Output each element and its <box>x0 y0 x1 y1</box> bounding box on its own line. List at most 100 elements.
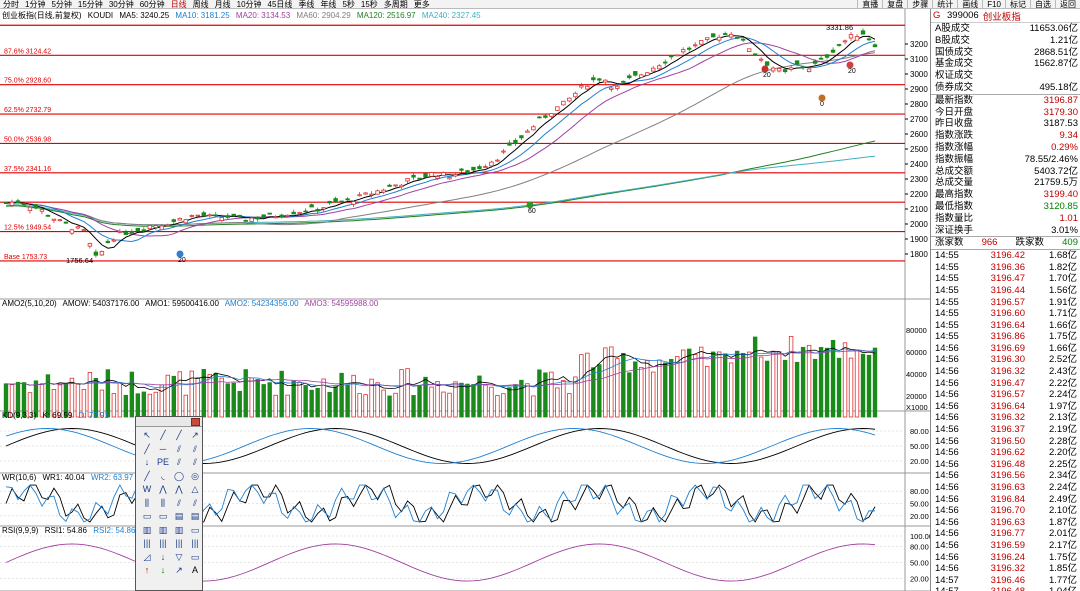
tick-row[interactable]: 14:56 3196.47 2.22亿 <box>931 378 1080 390</box>
ray-icon[interactable]: ╱ <box>172 429 186 443</box>
channel-icon[interactable]: ▭ <box>156 510 170 524</box>
toolbar-button[interactable]: 统计 <box>932 0 957 9</box>
wave-icon[interactable]: ⋀ <box>156 483 170 497</box>
bars4-icon[interactable]: ▭ <box>188 551 202 565</box>
period-tab[interactable]: 更多 <box>411 0 433 9</box>
toolbar-button[interactable]: 步骤 <box>907 0 932 9</box>
tick-row[interactable]: 14:56 3196.37 2.19亿 <box>931 424 1080 436</box>
tick-row[interactable]: 14:56 3196.32 1.85亿 <box>931 563 1080 575</box>
toolbar-button[interactable]: F10 <box>982 0 1005 9</box>
period-tab[interactable]: 分时 <box>0 0 22 9</box>
period-tab[interactable]: 年线 <box>317 0 339 9</box>
tick-list[interactable]: 14:55 3196.42 1.68亿 14:55 3196.36 1.82亿 14:55 3… <box>931 250 1080 591</box>
parallel-icon[interactable]: ⫽ <box>172 443 186 457</box>
tick-row[interactable]: 14:56 3196.30 2.52亿 <box>931 354 1080 366</box>
tick-row[interactable]: 14:55 3196.64 1.66亿 <box>931 320 1080 332</box>
pointer-icon[interactable]: ↖ <box>140 429 154 443</box>
gann-icon[interactable]: ⫼ <box>156 497 170 511</box>
ruler-icon[interactable]: ||| <box>188 537 202 551</box>
tick-row[interactable]: 14:56 3196.32 2.13亿 <box>931 412 1080 424</box>
toolbox-titlebar[interactable] <box>136 417 202 427</box>
speed-line-icon[interactable]: ⫽ <box>188 497 202 511</box>
drawing-toolbox[interactable]: ↖ ╱ ╱ ↗ ╱ ─ ⫽ ⫽ ↓ PE ⫽ ⫽ ╱ ◟ ◯ ◎ W ⋀ ⋀ △ ⫼ ⫼ ⫽ ⫽ ▭ ▭ ▤ ▤ ▥ ▥ ▥ ▭ ||| ||| |… <box>135 416 203 591</box>
grid-icon[interactable]: ▥ <box>172 524 186 538</box>
period-tab[interactable]: 日线 <box>168 0 190 9</box>
period-tab[interactable]: 15秒 <box>358 0 381 9</box>
tick-row[interactable]: 14:56 3196.62 2.20亿 <box>931 447 1080 459</box>
tick-row[interactable]: 14:56 3196.70 2.10亿 <box>931 505 1080 517</box>
rect2-icon[interactable]: A <box>188 564 202 578</box>
toolbar-button[interactable]: 画线 <box>957 0 982 9</box>
period-tab[interactable]: 60分钟 <box>137 0 168 9</box>
tick-row[interactable]: 14:56 3196.59 2.17亿 <box>931 540 1080 552</box>
tick-row[interactable]: 14:55 3196.44 1.56亿 <box>931 285 1080 297</box>
tri-line-icon[interactable]: ↑ <box>140 564 154 578</box>
trend-channel-icon[interactable]: ⫽ <box>188 443 202 457</box>
price-range-icon[interactable]: ||| <box>156 537 170 551</box>
text-box-icon[interactable]: ||| <box>140 537 154 551</box>
ellipse-icon[interactable]: ◎ <box>188 470 202 484</box>
period-tab[interactable]: 5分钟 <box>48 0 74 9</box>
down-arrow-icon[interactable]: ↓ <box>156 564 170 578</box>
bars-icon[interactable]: ◿ <box>140 551 154 565</box>
periodic-icon[interactable]: ▥ <box>156 524 170 538</box>
period-tab[interactable]: 多周期 <box>381 0 411 9</box>
time-range-icon[interactable]: ||| <box>172 537 186 551</box>
arc-icon[interactable]: ╱ <box>140 470 154 484</box>
arrow-line-icon[interactable]: ╱ <box>140 443 154 457</box>
tick-row[interactable]: 14:573196.481.04亿 <box>931 586 1080 591</box>
tick-row[interactable]: 14:56 3196.63 1.87亿 <box>931 517 1080 529</box>
ratio-icon[interactable]: ⫼ <box>140 497 154 511</box>
fan-icon[interactable]: ⫽ <box>188 456 202 470</box>
fib-line-icon[interactable]: ▤ <box>188 510 202 524</box>
tick-row[interactable]: 14:56 3196.63 2.24亿 <box>931 482 1080 494</box>
zigzag-icon[interactable]: ⋀ <box>172 483 186 497</box>
tick-row[interactable]: 14:55 3196.42 1.68亿 <box>931 250 1080 262</box>
period-tab[interactable]: 15分钟 <box>75 0 106 9</box>
toolbar-button[interactable]: 直播 <box>857 0 882 9</box>
tick-row[interactable]: 14:56 3196.64 1.97亿 <box>931 401 1080 413</box>
v-line-icon[interactable]: ↓ <box>140 456 154 470</box>
triangle-icon[interactable]: △ <box>188 483 202 497</box>
toolbar-button[interactable]: 标记 <box>1005 0 1030 9</box>
cycle-icon[interactable]: ▥ <box>140 524 154 538</box>
price-label-icon[interactable]: PE <box>156 456 170 470</box>
tick-row[interactable]: 14:56 3196.77 2.01亿 <box>931 528 1080 540</box>
tick-row[interactable]: 14:56 3196.32 2.43亿 <box>931 366 1080 378</box>
fib-time-icon[interactable]: ▤ <box>172 510 186 524</box>
period-tab[interactable]: 月线 <box>212 0 234 9</box>
toolbar-button[interactable]: 返回 <box>1055 0 1080 9</box>
tick-row[interactable]: 14:55 3196.36 1.82亿 <box>931 262 1080 274</box>
segment-icon[interactable]: ╱ <box>156 429 170 443</box>
fib-fan-icon[interactable]: ⫽ <box>172 456 186 470</box>
box-icon[interactable]: ▭ <box>188 524 202 538</box>
close-icon[interactable] <box>191 418 200 426</box>
toolbar-button[interactable]: 自选 <box>1030 0 1055 9</box>
bars2-icon[interactable]: ↓ <box>156 551 170 565</box>
period-tab[interactable]: 季线 <box>295 0 317 9</box>
period-tab[interactable]: 5秒 <box>339 0 357 9</box>
circle-icon[interactable]: ◯ <box>172 470 186 484</box>
toolbar-button[interactable]: 复盘 <box>882 0 907 9</box>
w-pattern-icon[interactable]: W <box>140 483 154 497</box>
tick-row[interactable]: 14:56 3196.57 2.24亿 <box>931 389 1080 401</box>
tick-row[interactable]: 14:56 3196.50 2.28亿 <box>931 436 1080 448</box>
period-tab[interactable]: 周线 <box>190 0 212 9</box>
tick-row[interactable]: 14:56 3196.56 2.34亿 <box>931 470 1080 482</box>
tick-row[interactable]: 14:57 3196.46 1.77亿 <box>931 575 1080 587</box>
tick-row[interactable]: 14:56 3196.48 2.25亿 <box>931 459 1080 471</box>
tick-row[interactable]: 14:56 3196.69 1.66亿 <box>931 343 1080 355</box>
period-tab[interactable]: 10分钟 <box>234 0 265 9</box>
tick-row[interactable]: 14:56 3196.24 1.75亿 <box>931 552 1080 564</box>
up-triangle-icon[interactable]: ↗ <box>172 564 186 578</box>
tick-row[interactable]: 14:56 3196.84 2.49亿 <box>931 494 1080 506</box>
period-tab[interactable]: 1分钟 <box>22 0 48 9</box>
h-line-icon[interactable]: ─ <box>156 443 170 457</box>
tick-row[interactable]: 14:55 3196.60 1.71亿 <box>931 308 1080 320</box>
tick-row[interactable]: 14:55 3196.86 1.75亿 <box>931 331 1080 343</box>
line-icon[interactable]: ↗ <box>188 429 202 443</box>
period-tab[interactable]: 45日线 <box>265 0 296 9</box>
angle-icon[interactable]: ⫽ <box>172 497 186 511</box>
tick-row[interactable]: 14:55 3196.57 1.91亿 <box>931 297 1080 309</box>
rect-icon[interactable]: ▭ <box>140 510 154 524</box>
